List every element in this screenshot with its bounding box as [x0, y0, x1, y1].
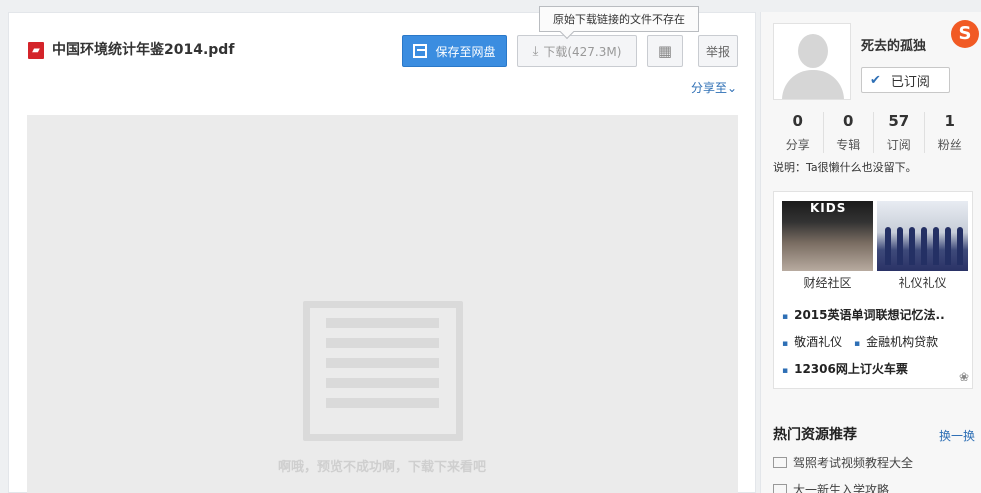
stat-value: 0 [843, 112, 854, 130]
tooltip-text: 原始下载链接的文件不存在 [553, 13, 685, 26]
ad-link-plain[interactable]: 金融机构贷款 [854, 333, 938, 350]
share-label: 分享至 [691, 81, 728, 95]
hot-item-label: 大一新生入学攻略 [793, 483, 890, 493]
hot-item-label: 驾照考试视频教程大全 [793, 456, 914, 470]
download-button[interactable]: ⤓ 下载(427.3M) [517, 35, 637, 67]
preview-area: 啊哦，预览不成功啊，下载下来看吧 [27, 115, 738, 493]
save-label: 保存至网盘 [435, 44, 496, 59]
report-button[interactable]: 举报 [698, 35, 738, 67]
document-placeholder-icon [303, 301, 463, 441]
document-panel: ▰ 中国环境统计年鉴2014.pdf 保存至网盘 ⤓ 下载(427.3M) ▦ … [8, 6, 756, 493]
share-dropdown[interactable]: 分享至⌄ [691, 79, 737, 96]
check-icon: ✔ [870, 72, 881, 88]
ad-link[interactable]: 2015英语单词联想记忆法.. [782, 306, 945, 323]
hot-resources-title: 热门资源推荐 [773, 427, 857, 443]
ad-image-text: KIDS [810, 201, 847, 215]
avatar[interactable] [773, 23, 851, 100]
download-label: 下载(427.3M) [543, 44, 622, 59]
qrcode-icon: ▦ [657, 42, 673, 60]
ad-link[interactable]: 敬酒礼仪 [782, 333, 842, 350]
ad-link[interactable]: 12306网上订火车票 [782, 360, 908, 377]
chevron-down-icon: ⌄ [727, 81, 738, 95]
swap-button[interactable]: 换一换 [939, 427, 975, 444]
stat-label: 粉丝 [937, 138, 962, 152]
download-icon: ⤓ [532, 43, 539, 59]
qrcode-button[interactable]: ▦ [647, 35, 683, 67]
file-icon [773, 484, 787, 493]
ad-image-etiquette[interactable] [877, 201, 968, 271]
stat-label: 专辑 [836, 138, 861, 152]
sogou-logo-icon: S [951, 20, 979, 48]
user-description: 说明：Ta很懒什么也没留下。 [773, 161, 917, 174]
ad-panel: KIDS 财经社区 礼仪礼仪 2015英语单词联想记忆法.. 敬酒礼仪 金融机构… [773, 191, 973, 389]
stat-share[interactable]: 0 分享 [773, 112, 824, 153]
ad-caption[interactable]: 财经社区 [782, 274, 873, 291]
hot-item[interactable]: 大一新生入学攻略 [773, 481, 889, 493]
stat-album[interactable]: 0 专辑 [824, 112, 874, 153]
subscribed-button[interactable]: ✔ 已订阅 [861, 67, 950, 93]
stat-label: 订阅 [886, 138, 911, 152]
user-stats: 0 分享 0 专辑 57 订阅 1 粉丝 [773, 112, 975, 153]
stat-subscriptions[interactable]: 57 订阅 [874, 112, 925, 153]
pdf-icon: ▰ [28, 42, 44, 59]
hot-item[interactable]: 驾照考试视频教程大全 [773, 454, 913, 471]
save-to-disk-button[interactable]: 保存至网盘 [402, 35, 507, 67]
ad-link-text: 金融机构贷款 [866, 335, 939, 349]
document-title: 中国环境统计年鉴2014.pdf [52, 42, 235, 58]
preview-error-message: 啊哦，预览不成功啊，下载下来看吧 [277, 460, 486, 475]
stat-value: 57 [888, 112, 910, 130]
paw-icon: ❀ [958, 370, 969, 384]
ad-image-store[interactable]: KIDS [782, 201, 873, 271]
stat-value: 0 [792, 112, 803, 130]
stat-value: 1 [944, 112, 955, 130]
download-tooltip: 原始下载链接的文件不存在 [539, 6, 699, 32]
username[interactable]: 死去的孤独 [861, 35, 926, 54]
page: ▰ 中国环境统计年鉴2014.pdf 保存至网盘 ⤓ 下载(427.3M) ▦ … [0, 0, 981, 493]
ad-caption[interactable]: 礼仪礼仪 [877, 274, 968, 291]
stat-fans[interactable]: 1 粉丝 [925, 112, 976, 153]
subscribed-label: 已订阅 [890, 74, 930, 90]
file-icon [773, 457, 787, 468]
sidebar: 死去的孤独 S ✔ 已订阅 0 分享 0 专辑 57 订阅 1 粉丝 说明：Ta… [760, 12, 981, 493]
stat-label: 分享 [785, 138, 810, 152]
report-label: 举报 [705, 44, 730, 59]
save-icon [413, 44, 428, 58]
